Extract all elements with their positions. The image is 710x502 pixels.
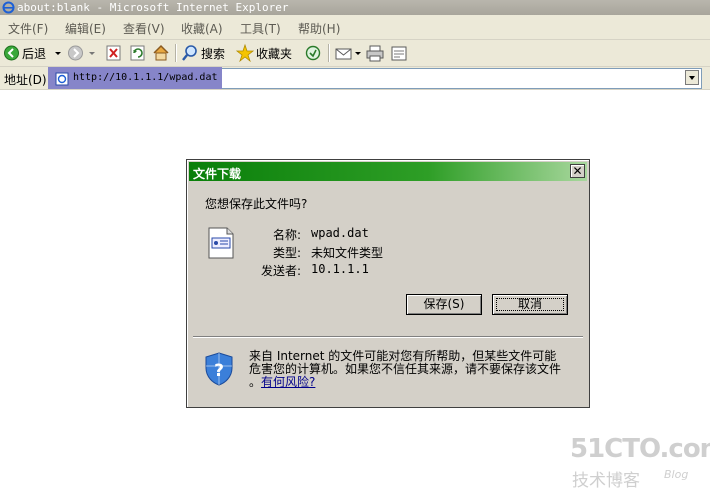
home-icon[interactable]: [152, 43, 170, 63]
name-label: 名称:: [272, 228, 301, 242]
warning-line-3: 。有何风险?: [249, 376, 579, 389]
risk-link[interactable]: 有何风险?: [261, 375, 315, 389]
name-value: wpad.dat: [311, 226, 369, 240]
menu-edit[interactable]: 编辑(E): [65, 20, 106, 37]
address-url[interactable]: http://10.1.1.1/wpad.dat: [73, 72, 218, 83]
menu-favorites[interactable]: 收藏(A): [181, 20, 223, 37]
address-bar: 地址(D) http://10.1.1.1/wpad.dat: [0, 67, 710, 90]
favorites-star-icon[interactable]: [236, 43, 254, 63]
warning-prefix: 。: [249, 375, 262, 389]
menu-file[interactable]: 文件(F): [8, 20, 48, 37]
file-icon: [208, 227, 234, 259]
watermark-logo: 51CTO.com: [570, 434, 710, 464]
back-button[interactable]: 后退: [22, 45, 46, 62]
address-label: 地址(D): [4, 73, 47, 87]
mail-icon[interactable]: [335, 43, 353, 63]
cancel-button-label: 取消: [517, 297, 542, 311]
address-input[interactable]: http://10.1.1.1/wpad.dat: [48, 67, 702, 89]
history-icon[interactable]: [304, 43, 322, 63]
back-dropdown-icon[interactable]: [54, 43, 62, 63]
toolbar-separator: [175, 44, 177, 62]
search-icon[interactable]: [181, 43, 199, 63]
search-button[interactable]: 搜索: [201, 45, 225, 62]
toolbar: 后退 搜索 收藏夹: [0, 40, 710, 67]
warning-text: 来自 Internet 的文件可能对您有所帮助，但某些文件可能 危害您的计算机。…: [249, 350, 579, 389]
stop-icon[interactable]: [106, 43, 122, 63]
dialog-question: 您想保存此文件吗?: [205, 197, 308, 211]
watermark-subtitle: 技术博客: [572, 471, 640, 491]
menu-bar: 文件(F) 编辑(E) 查看(V) 收藏(A) 工具(T) 帮助(H): [0, 15, 710, 40]
forward-dropdown-icon[interactable]: [88, 43, 96, 63]
refresh-icon[interactable]: [130, 43, 146, 63]
menu-tools[interactable]: 工具(T): [240, 20, 281, 37]
cancel-button[interactable]: 取消: [492, 294, 568, 315]
title-bar: about:blank - Microsoft Internet Explore…: [0, 0, 710, 15]
close-icon[interactable]: ✕: [570, 164, 585, 178]
menu-help[interactable]: 帮助(H): [298, 20, 340, 37]
favorites-button[interactable]: 收藏夹: [256, 45, 292, 62]
print-icon[interactable]: [366, 43, 384, 63]
edit-icon[interactable]: [390, 43, 408, 63]
watermark-blog: Blog: [664, 468, 689, 481]
shield-icon: ?: [205, 352, 233, 386]
file-download-dialog: 文件下载 ✕ 您想保存此文件吗? 名称: wpad.dat 类型: 未知文件类型…: [186, 159, 590, 408]
window-title: about:blank - Microsoft Internet Explore…: [17, 1, 289, 14]
dialog-title-bar[interactable]: 文件下载 ✕: [189, 162, 587, 181]
page-icon: [55, 72, 69, 86]
svg-text:?: ?: [214, 361, 224, 381]
type-value: 未知文件类型: [311, 246, 384, 260]
dialog-divider: [193, 336, 583, 338]
menu-view[interactable]: 查看(V): [123, 20, 165, 37]
save-button[interactable]: 保存(S): [406, 294, 482, 315]
dialog-title: 文件下载: [193, 167, 242, 181]
forward-icon[interactable]: [67, 43, 84, 63]
back-icon[interactable]: [3, 43, 20, 63]
sender-value: 10.1.1.1: [311, 262, 369, 276]
type-label: 类型:: [272, 246, 301, 260]
mail-dropdown-icon[interactable]: [354, 43, 362, 63]
toolbar-separator: [328, 44, 330, 62]
watermark: 51CTO.com 技术博客 Blog: [570, 434, 710, 494]
address-dropdown-icon[interactable]: [685, 70, 699, 85]
sender-label: 发送者:: [260, 264, 301, 278]
internet-explorer-icon: [2, 1, 15, 14]
